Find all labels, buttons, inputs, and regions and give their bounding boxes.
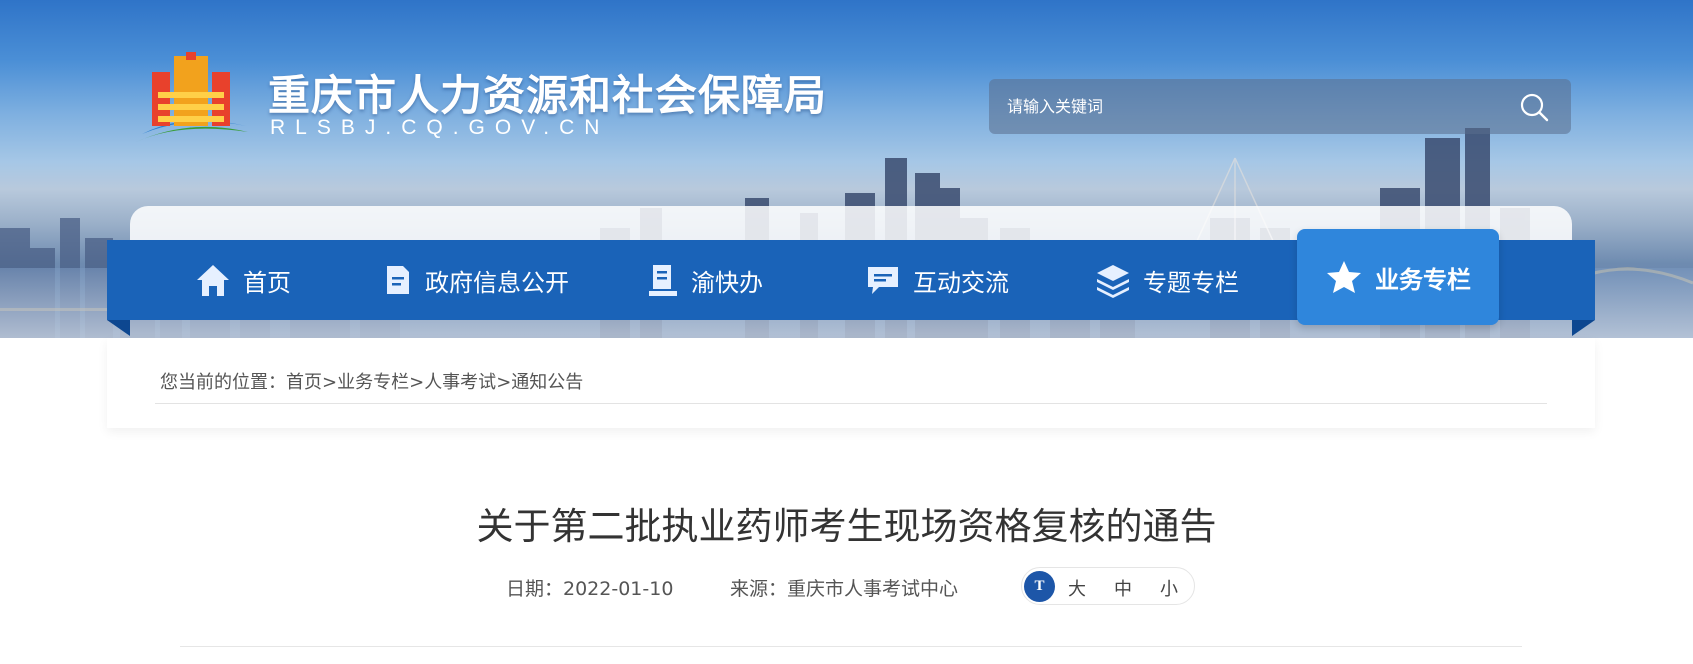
article-source: 来源：重庆市人事考试中心 xyxy=(730,578,959,600)
nav-fold-right xyxy=(1572,320,1595,336)
search-input[interactable] xyxy=(989,79,1489,134)
breadcrumb-prefix: 您当前的位置： xyxy=(160,372,286,393)
nav-item-label: 首页 xyxy=(243,268,291,297)
main-nav: 首页 政府信息公开 渝快办 互动交流 专题专栏 业务专栏 xyxy=(107,229,1595,325)
nav-item-yukuaiban[interactable]: 渝快办 xyxy=(647,240,763,320)
font-size-small-button[interactable]: 小 xyxy=(1160,575,1178,601)
nav-item-gov-info[interactable]: 政府信息公开 xyxy=(383,240,569,320)
search-box xyxy=(989,79,1571,134)
breadcrumb-separator: > xyxy=(322,372,338,393)
home-icon xyxy=(197,265,229,296)
nav-item-home[interactable]: 首页 xyxy=(195,240,291,320)
article-date: 日期：2022-01-10 xyxy=(506,578,674,600)
breadcrumb-link-home[interactable]: 首页 xyxy=(286,372,322,393)
nav-item-business[interactable]: 业务专栏 xyxy=(1297,229,1499,325)
nav-item-interaction[interactable]: 互动交流 xyxy=(865,240,1009,320)
breadcrumb-link-business[interactable]: 业务专栏 xyxy=(337,372,409,393)
layers-icon xyxy=(1097,265,1129,298)
breadcrumb-divider xyxy=(155,403,1547,404)
document-icon xyxy=(387,266,409,294)
search-icon[interactable] xyxy=(1519,92,1549,122)
nav-item-label: 渝快办 xyxy=(691,268,763,297)
nav-item-label: 政府信息公开 xyxy=(425,268,569,297)
site-title: 重庆市人力资源和社会保障局 xyxy=(268,71,828,120)
government-building-logo xyxy=(136,52,248,142)
service-book-icon xyxy=(649,265,677,296)
font-size-icon: T xyxy=(1024,571,1055,602)
nav-item-label: 互动交流 xyxy=(913,268,1009,297)
breadcrumb-separator: > xyxy=(409,372,425,393)
font-size-medium-button[interactable]: 中 xyxy=(1114,575,1132,601)
nav-item-label: 专题专栏 xyxy=(1143,268,1239,297)
breadcrumb-link-notice[interactable]: 通知公告 xyxy=(511,372,583,393)
star-icon xyxy=(1327,261,1361,293)
nav-fold-left xyxy=(107,320,130,336)
nav-item-topics[interactable]: 专题专栏 xyxy=(1095,240,1239,320)
content-divider xyxy=(180,646,1522,647)
site-domain: RLSBJ.CQ.GOV.CN xyxy=(270,116,610,139)
font-size-large-button[interactable]: 大 xyxy=(1068,575,1086,601)
chat-icon xyxy=(868,267,898,294)
nav-item-label: 业务专栏 xyxy=(1375,265,1471,294)
breadcrumb: 您当前的位置：首页>业务专栏>人事考试>通知公告 xyxy=(160,368,583,394)
font-size-control: T 大 中 小 xyxy=(1021,567,1195,605)
breadcrumb-link-exam[interactable]: 人事考试 xyxy=(424,372,496,393)
breadcrumb-separator: > xyxy=(496,372,512,393)
article-title: 关于第二批执业药师考生现场资格复核的通告 xyxy=(476,505,1217,548)
